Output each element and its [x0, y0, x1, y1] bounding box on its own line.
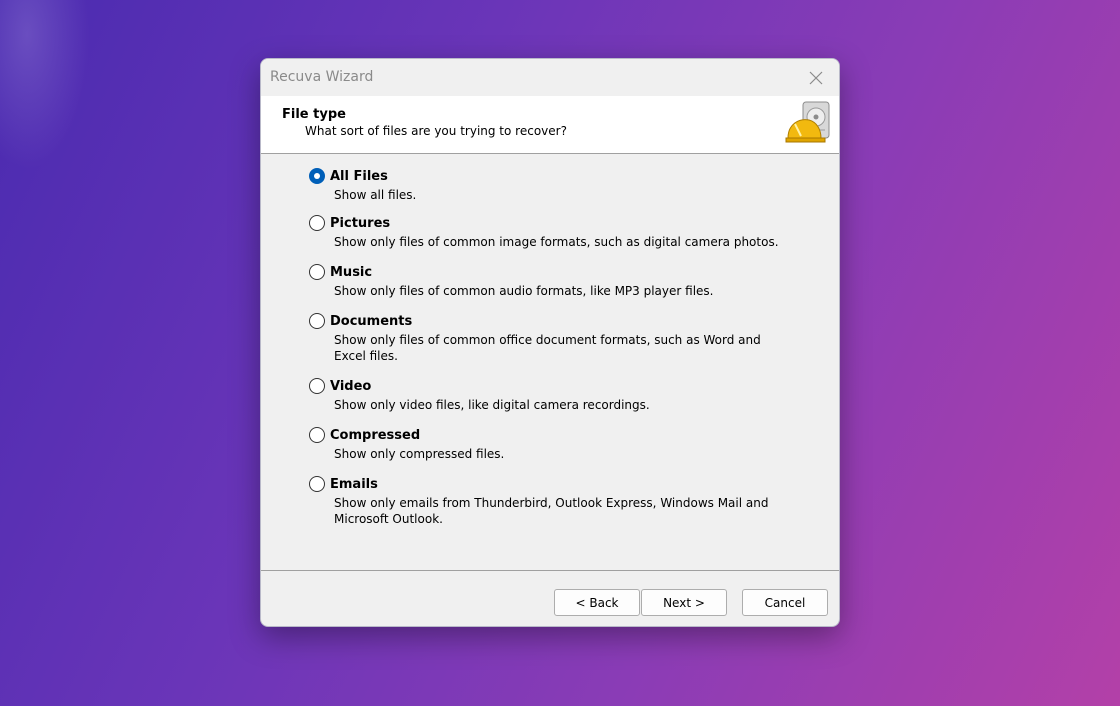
- radio-compressed[interactable]: [309, 427, 325, 443]
- close-icon: [809, 71, 823, 84]
- page-subtitle: What sort of files are you trying to rec…: [305, 124, 567, 138]
- option-label: Documents: [330, 314, 413, 329]
- radio-video[interactable]: [309, 378, 325, 394]
- radio-emails[interactable]: [309, 476, 325, 492]
- recuva-wizard-dialog: Recuva Wizard File type What sort of fil…: [260, 58, 840, 627]
- option-label: Video: [330, 379, 372, 394]
- option-description: Show only compressed files.: [334, 447, 505, 461]
- option-description: Show only files of common audio formats,…: [334, 284, 714, 298]
- option-description: Show only emails from Thunderbird, Outlo…: [334, 496, 769, 526]
- radio-all-files[interactable]: [309, 168, 325, 184]
- wizard-header: File type What sort of files are you try…: [261, 96, 839, 154]
- option-all-files[interactable]: All Files Show all files.: [309, 168, 790, 203]
- option-description: Show all files.: [334, 188, 417, 202]
- desktop-background-texture: [0, 0, 90, 170]
- option-video[interactable]: Video Show only video files, like digita…: [309, 378, 790, 413]
- option-music[interactable]: Music Show only files of common audio fo…: [309, 264, 790, 299]
- option-label: Pictures: [330, 216, 391, 231]
- option-documents[interactable]: Documents Show only files of common offi…: [309, 313, 790, 364]
- radio-music[interactable]: [309, 264, 325, 280]
- title-bar: Recuva Wizard: [261, 59, 839, 96]
- footer-divider: [261, 570, 839, 571]
- option-label: Music: [330, 265, 373, 280]
- close-button[interactable]: [793, 59, 839, 96]
- option-label: All Files: [330, 169, 388, 184]
- back-button[interactable]: < Back: [554, 589, 640, 616]
- radio-documents[interactable]: [309, 313, 325, 329]
- option-description: Show only video files, like digital came…: [334, 398, 650, 412]
- recuva-logo-icon: [785, 101, 830, 143]
- next-button[interactable]: Next >: [641, 589, 727, 616]
- radio-pictures[interactable]: [309, 215, 325, 231]
- option-description: Show only files of common image formats,…: [334, 235, 779, 249]
- option-label: Emails: [330, 477, 378, 492]
- window-title: Recuva Wizard: [270, 69, 374, 85]
- page-title: File type: [282, 107, 346, 122]
- cancel-button[interactable]: Cancel: [742, 589, 828, 616]
- option-label: Compressed: [330, 428, 421, 443]
- option-compressed[interactable]: Compressed Show only compressed files.: [309, 427, 790, 462]
- option-pictures[interactable]: Pictures Show only files of common image…: [309, 215, 790, 250]
- option-emails[interactable]: Emails Show only emails from Thunderbird…: [309, 476, 790, 527]
- option-description: Show only files of common office documen…: [334, 333, 761, 363]
